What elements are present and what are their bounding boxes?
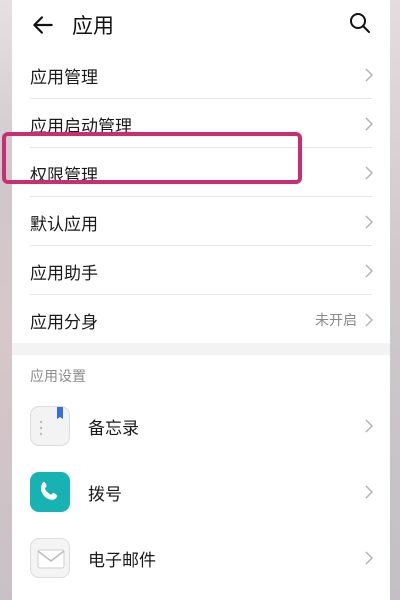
menu-item-default-apps[interactable]: 默认应用 (12, 197, 390, 246)
highlight-box (2, 132, 302, 184)
chevron-right-icon (365, 166, 374, 180)
chevron-right-icon (365, 68, 374, 82)
app-bar: 应用 (12, 0, 390, 50)
email-icon (30, 538, 70, 578)
menu-item-app-management[interactable]: 应用管理 (12, 50, 390, 99)
app-label: 备忘录 (88, 419, 139, 439)
chevron-right-icon (365, 215, 374, 229)
app-label: 电子邮件 (88, 551, 156, 571)
back-arrow-icon[interactable] (30, 12, 56, 38)
menu-item-label: 应用助手 (30, 264, 98, 284)
menu-item-label: 应用分身 (30, 313, 98, 333)
app-label: 拨号 (88, 485, 122, 505)
settings-screen: 应用 应用管理 应用启动管理 权限管理 默认应用 应用助手 应用分身 未开启 应… (12, 0, 390, 600)
chevron-right-icon (365, 264, 374, 278)
chevron-right-icon (365, 485, 374, 499)
status-text: 未开启 (315, 313, 357, 329)
search-icon[interactable] (348, 11, 372, 35)
section-title: 应用设置 (30, 369, 86, 385)
app-row-email[interactable]: 电子邮件 (12, 526, 390, 592)
phone-icon (30, 472, 70, 512)
chevron-right-icon (365, 551, 374, 565)
menu-item-label: 默认应用 (30, 215, 98, 235)
memo-icon (30, 406, 70, 446)
menu-item-app-assistant[interactable]: 应用助手 (12, 246, 390, 295)
app-row-dialer[interactable]: 拨号 (12, 460, 390, 526)
app-row-memo[interactable]: 备忘录 (12, 394, 390, 460)
menu-item-label: 应用管理 (30, 68, 98, 88)
section-separator (12, 343, 390, 355)
page-title: 应用 (72, 14, 114, 38)
chevron-right-icon (365, 419, 374, 433)
menu-item-app-twin[interactable]: 应用分身 未开启 (12, 295, 390, 344)
chevron-right-icon (365, 313, 374, 327)
chevron-right-icon (365, 117, 374, 131)
